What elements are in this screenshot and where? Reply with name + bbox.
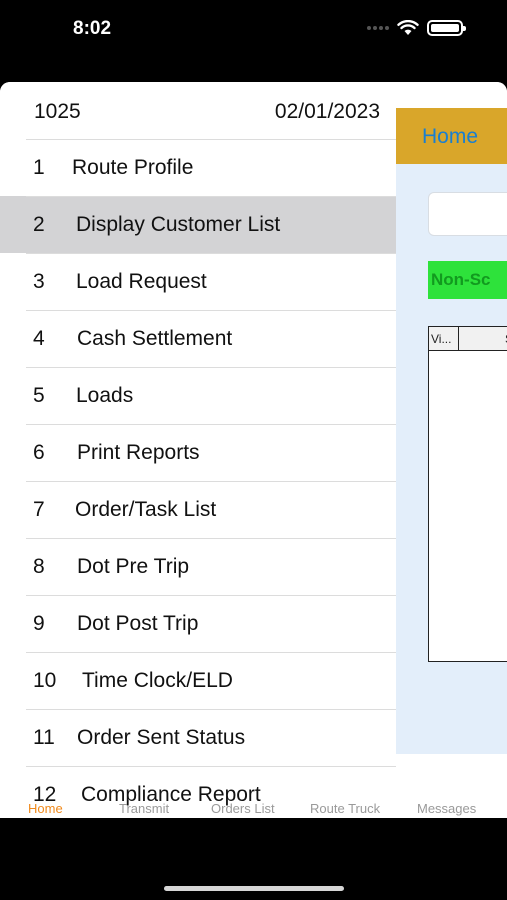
tab-home[interactable]: Home [28,801,63,816]
menu-item-number: 2 [33,213,45,236]
cellular-dots-icon [367,26,389,30]
battery-icon [427,20,466,36]
route-number: 1025 [34,100,81,123]
menu-item-label: Loads [76,384,134,407]
side-drawer-menu: 1025 02/01/2023 1 Route Profile 2 Displa… [0,82,396,818]
menu-item-number: 8 [33,555,45,578]
search-input[interactable] [428,192,507,236]
wifi-icon [397,20,419,35]
tab-bar: Home Transmit Orders List Route Truck Me… [0,797,507,818]
menu-item-cash-settlement[interactable]: 4 Cash Settlement [0,310,396,367]
grid-header: Vi... S [429,327,507,351]
menu-item-number: 11 [33,726,55,749]
menu-item-number: 5 [33,384,45,407]
route-date: 02/01/2023 [274,100,380,123]
menu-item-label: Route Profile [72,156,194,179]
menu-item-label: Time Clock/ELD [82,669,233,692]
home-indicator[interactable] [164,886,344,891]
home-header: Home [396,108,507,164]
drawer-header: 1025 02/01/2023 [34,100,380,136]
status-time: 8:02 [73,18,112,39]
menu-item-label: Order/Task List [75,498,217,521]
status-bar: 8:02 [0,0,507,60]
menu-item-number: 10 [33,669,57,692]
non-scan-badge[interactable]: Non-Sc [428,261,507,299]
home-body: Non-Sc Vi... S [396,164,507,754]
menu-item-label: Load Request [76,270,207,293]
menu-item-number: 9 [33,612,45,635]
menu-item-loads[interactable]: 5 Loads [0,367,396,424]
home-screen: Home Non-Sc Vi... S [396,82,507,818]
menu-item-route-profile[interactable]: 1 Route Profile [0,139,396,196]
grid-header-cell[interactable]: Vi... [429,327,459,350]
customer-grid[interactable]: Vi... S [428,326,507,662]
menu-item-label: Display Customer List [76,213,281,236]
menu-item-number: 3 [33,270,45,293]
menu-item-time-clock-eld[interactable]: 10 Time Clock/ELD [0,652,396,709]
menu-item-print-reports[interactable]: 6 Print Reports [0,424,396,481]
menu-item-number: 4 [33,327,45,350]
menu-item-order-sent-status[interactable]: 11 Order Sent Status [0,709,396,766]
tab-route-truck[interactable]: Route Truck [310,801,380,816]
menu-item-number: 6 [33,441,45,464]
status-icons [367,20,466,36]
menu-item-label: Cash Settlement [77,327,233,350]
menu-item-load-request[interactable]: 3 Load Request [0,253,396,310]
menu-item-label: Order Sent Status [77,726,246,749]
menu-item-label: Print Reports [77,441,200,464]
tab-transmit[interactable]: Transmit [119,801,169,816]
menu-item-dot-post-trip[interactable]: 9 Dot Post Trip [0,595,396,652]
tab-messages[interactable]: Messages [417,801,476,816]
menu-item-label: Dot Post Trip [77,612,199,635]
app-window: Home Non-Sc Vi... S 1025 02/01/2023 1 Ro… [0,82,507,818]
menu-item-label: Dot Pre Trip [77,555,190,578]
menu-item-order-task-list[interactable]: 7 Order/Task List [0,481,396,538]
menu-item-dot-pre-trip[interactable]: 8 Dot Pre Trip [0,538,396,595]
home-title: Home [422,125,479,148]
menu-item-number: 7 [33,498,45,521]
menu-item-number: 1 [33,156,45,179]
grid-header-cell[interactable]: S [459,327,507,350]
menu-item-display-customer-list[interactable]: 2 Display Customer List [0,196,396,253]
tab-orders-list[interactable]: Orders List [211,801,275,816]
menu-list: 1 Route Profile 2 Display Customer List … [0,139,396,818]
